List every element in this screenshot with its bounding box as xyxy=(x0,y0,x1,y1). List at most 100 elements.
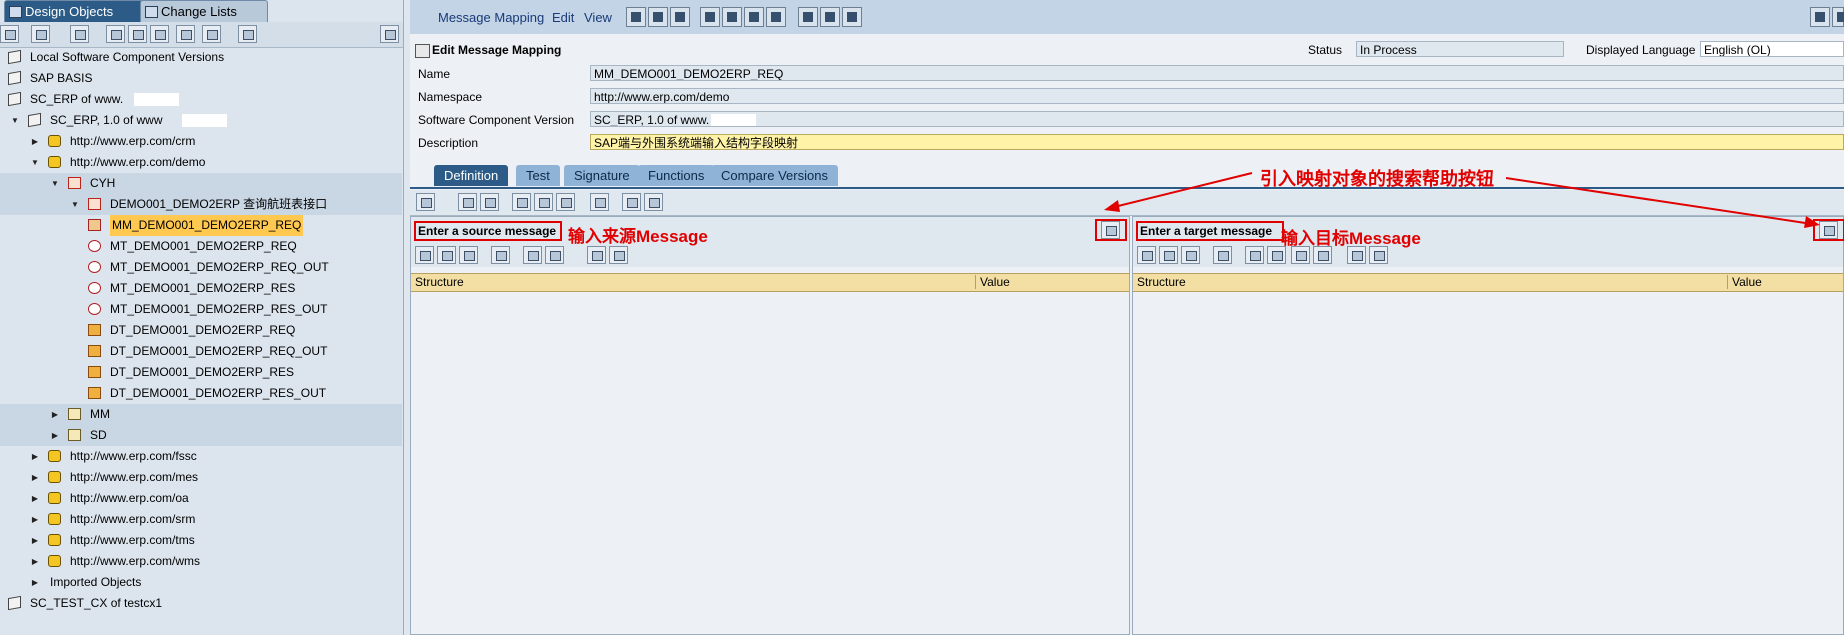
funnel-icon[interactable] xyxy=(202,25,221,43)
tree-item[interactable]: ▼ DEMO001_DEMO2ERP 查询航班表接口 xyxy=(0,194,402,215)
tree-item-label: http://www.erp.com/mes xyxy=(70,470,199,484)
tree-item[interactable]: DT_DEMO001_DEMO2ERP_RES xyxy=(0,362,402,383)
cube-icon xyxy=(8,70,21,86)
tree-item[interactable]: ▶ Imported Objects xyxy=(0,572,402,593)
folder-icon xyxy=(88,198,101,210)
namespace-icon xyxy=(48,555,61,567)
message-type-icon xyxy=(88,240,101,252)
left-tab-bar: Design Objects Change Lists xyxy=(0,0,403,22)
tree-item-label: http://www.erp.com/oa xyxy=(70,491,189,505)
tree-item[interactable]: ▶ http://www.erp.com/srm xyxy=(0,509,402,530)
data-type-icon xyxy=(88,324,101,336)
tree-item[interactable]: ▶ http://www.erp.com/tms xyxy=(0,530,402,551)
tree-item[interactable]: ▶ http://www.erp.com/crm xyxy=(0,131,402,152)
message-mapping-icon xyxy=(88,219,101,231)
tab-design-objects[interactable]: Design Objects xyxy=(4,0,148,22)
namespace-icon xyxy=(48,513,61,525)
cube-icon xyxy=(8,91,21,107)
tree-item-label: SD xyxy=(90,428,107,442)
tree-item-label: Local Software Component Versions xyxy=(30,50,225,64)
tree-item-label: MT_DEMO001_DEMO2ERP_RES_OUT xyxy=(110,302,328,316)
tree-item[interactable]: DT_DEMO001_DEMO2ERP_REQ xyxy=(0,320,402,341)
tree-item[interactable]: MT_DEMO001_DEMO2ERP_REQ xyxy=(0,236,402,257)
tree-item-label: DEMO001_DEMO2ERP 查询航班表接口 xyxy=(110,197,328,211)
message-type-icon xyxy=(88,282,101,294)
tree-item-label: SC_ERP of www. xyxy=(30,92,124,106)
collapse-arrow-icon[interactable]: ▼ xyxy=(30,152,40,173)
tree-item-label: http://www.erp.com/fssc xyxy=(70,449,197,463)
data-type-icon xyxy=(88,366,101,378)
expand-arrow-icon[interactable]: ▶ xyxy=(30,467,40,488)
collapse-arrow-icon[interactable]: ▼ xyxy=(70,194,80,215)
filter-icon[interactable] xyxy=(31,25,50,43)
sort-icon[interactable] xyxy=(176,25,195,43)
message-type-icon xyxy=(88,261,101,273)
tree-item-label: DT_DEMO001_DEMO2ERP_REQ xyxy=(110,323,296,337)
namespace-icon xyxy=(48,135,61,147)
namespace-icon xyxy=(48,471,61,483)
tree-item[interactable]: MM_DEMO001_DEMO2ERP_REQ xyxy=(0,215,402,236)
left-toolbar xyxy=(0,22,403,48)
tree-item[interactable]: ▶ http://www.erp.com/wms xyxy=(0,551,402,572)
new-object-icon[interactable] xyxy=(0,25,19,43)
arrowhead-target xyxy=(1804,216,1820,228)
tree-item[interactable]: ▶ http://www.erp.com/fssc xyxy=(0,446,402,467)
tree-item-label: http://www.erp.com/tms xyxy=(70,533,195,547)
tree-item-label: MT_DEMO001_DEMO2ERP_RES xyxy=(110,281,296,295)
tree-item[interactable]: ▼ http://www.erp.com/demo xyxy=(0,152,402,173)
arrow-to-target-search xyxy=(1505,177,1813,225)
expand-arrow-icon[interactable]: ▶ xyxy=(50,425,60,446)
expand-arrow-icon[interactable]: ▶ xyxy=(30,572,40,593)
tree-item[interactable]: SAP BASIS xyxy=(0,68,402,89)
tree-item[interactable]: ▶ http://www.erp.com/mes xyxy=(0,467,402,488)
tree-item[interactable]: Local Software Component Versions xyxy=(0,47,402,68)
tree-item[interactable]: DT_DEMO001_DEMO2ERP_REQ_OUT xyxy=(0,341,402,362)
tab-change-lists[interactable]: Change Lists xyxy=(140,0,268,22)
tree-item-label: MM xyxy=(90,407,110,421)
tree-item[interactable]: DT_DEMO001_DEMO2ERP_RES_OUT xyxy=(0,383,402,404)
tree-item-label: http://www.erp.com/wms xyxy=(70,554,201,568)
tree-item-label: MM_DEMO001_DEMO2ERP_REQ xyxy=(110,215,304,236)
tree-item-label: DT_DEMO001_DEMO2ERP_RES xyxy=(110,365,295,379)
expand-arrow-icon[interactable]: ▶ xyxy=(30,509,40,530)
refresh-icon[interactable] xyxy=(238,25,257,43)
folder-icon xyxy=(68,177,81,189)
namespace-icon xyxy=(48,156,61,168)
tree-item[interactable]: MT_DEMO001_DEMO2ERP_REQ_OUT xyxy=(0,257,402,278)
expand-arrow-icon[interactable]: ▶ xyxy=(30,488,40,509)
maximize-icon[interactable] xyxy=(380,25,399,43)
masked-region xyxy=(134,93,179,106)
annotation-arrows xyxy=(1104,172,1820,228)
tree-item-label: DT_DEMO001_DEMO2ERP_RES_OUT xyxy=(110,386,327,400)
collapse-arrow-icon[interactable]: ▼ xyxy=(10,110,20,131)
tree-item-label: http://www.erp.com/srm xyxy=(70,512,196,526)
expand-arrow-icon[interactable]: ▶ xyxy=(30,446,40,467)
expand-arrow-icon[interactable]: ▶ xyxy=(50,404,60,425)
cube-icon xyxy=(28,112,41,128)
expand-arrow-icon[interactable]: ▶ xyxy=(30,530,40,551)
tree-item[interactable]: ▼ CYH xyxy=(0,173,402,194)
tree-item-label: http://www.erp.com/demo xyxy=(70,155,206,169)
design-objects-icon xyxy=(9,6,22,18)
tree-item[interactable]: ▼ SC_ERP, 1.0 of www xyxy=(0,110,402,131)
expand-arrow-icon[interactable]: ▶ xyxy=(30,131,40,152)
collapse-arrow-icon[interactable]: ▼ xyxy=(50,173,60,194)
cube-icon xyxy=(8,49,21,65)
tree-item[interactable]: SC_TEST_CX of testcx1 xyxy=(0,593,402,614)
tree-item[interactable]: ▶ SD xyxy=(0,425,402,446)
tree-item[interactable]: ▶ http://www.erp.com/oa xyxy=(0,488,402,509)
folder-icon xyxy=(68,408,81,420)
expand-icon[interactable] xyxy=(128,25,147,43)
tree-view-icon[interactable] xyxy=(106,25,125,43)
collapse-icon[interactable] xyxy=(150,25,169,43)
tree-item[interactable]: MT_DEMO001_DEMO2ERP_RES_OUT xyxy=(0,299,402,320)
tree-item-label: MT_DEMO001_DEMO2ERP_REQ xyxy=(110,239,297,253)
find-icon[interactable] xyxy=(70,25,89,43)
expand-arrow-icon[interactable]: ▶ xyxy=(30,551,40,572)
tree-item[interactable]: SC_ERP of www. xyxy=(0,89,402,110)
tree-item-label: Imported Objects xyxy=(50,575,142,589)
tree-item[interactable]: MT_DEMO001_DEMO2ERP_RES xyxy=(0,278,402,299)
arrowhead-source xyxy=(1104,200,1120,212)
tree-item[interactable]: ▶ MM xyxy=(0,404,402,425)
tree-item-label: SC_ERP, 1.0 of www xyxy=(50,113,163,127)
